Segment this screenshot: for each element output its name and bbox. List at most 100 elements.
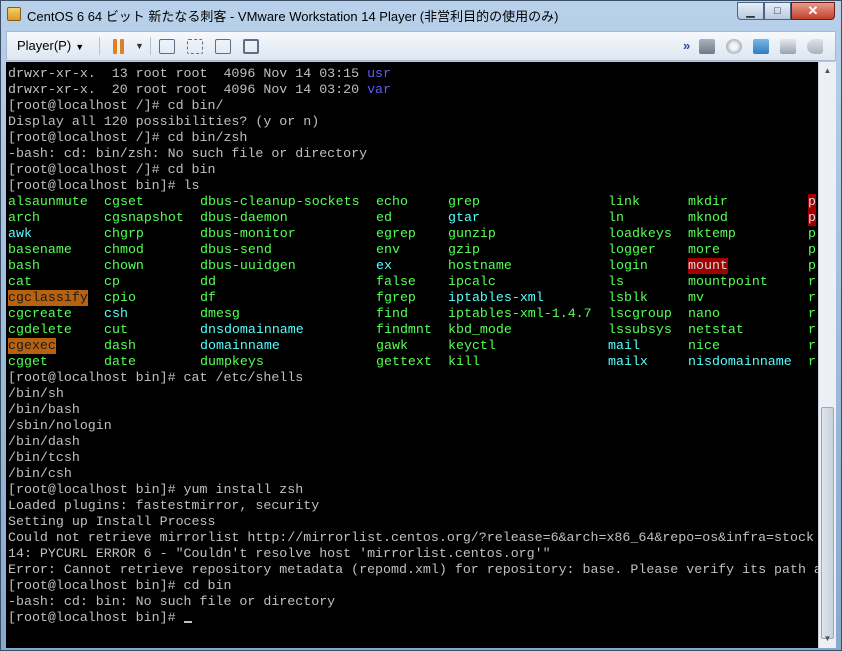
file-entry: lssubsys (608, 322, 672, 337)
file-entry: iptables-xml (448, 290, 544, 305)
file-entry: dumpkeys (200, 354, 264, 369)
file-entry: netstat (688, 322, 744, 337)
file-entry: p (808, 226, 816, 241)
terminal-line: /bin/csh (8, 466, 72, 481)
printer-icon[interactable] (780, 39, 796, 54)
terminal-line: /bin/tcsh (8, 450, 80, 465)
fullscreen-icon[interactable] (215, 39, 231, 54)
file-entry: r (808, 306, 816, 321)
send-ctrl-alt-del-icon[interactable] (159, 39, 175, 54)
file-entry: chmod (104, 242, 144, 257)
exit-unity-icon[interactable] (243, 39, 259, 54)
file-entry: env (376, 242, 400, 257)
window-title: CentOS 6 64 ビット 新たなる刺客 - VMware Workstat… (27, 9, 559, 24)
file-entry: kbd_mode (448, 322, 512, 337)
vm-console-terminal[interactable]: drwxr-xr-x. 13 root root 4096 Nov 14 03:… (6, 62, 818, 648)
file-entry: more (688, 242, 720, 257)
terminal-line: Could not retrieve mirrorlist http://mir… (8, 530, 814, 545)
cd-dvd-icon[interactable] (726, 39, 742, 54)
hard-disk-icon[interactable] (699, 39, 715, 54)
minimize-button[interactable]: ▁ (737, 2, 764, 20)
file-entry: dbus-daemon (200, 210, 288, 225)
file-entry: chgrp (104, 226, 144, 241)
file-entry: lscgroup (608, 306, 672, 321)
vmware-player-window: CentOS 6 64 ビット 新たなる刺客 - VMware Workstat… (0, 0, 842, 651)
maximize-button[interactable]: □ (764, 2, 791, 20)
file-entry: ln (608, 210, 624, 225)
file-entry: cgcreate (8, 306, 72, 321)
file-entry: cut (104, 322, 128, 337)
file-entry: nano (688, 306, 720, 321)
terminal-line: [root@localhost bin]# cd bin (8, 578, 232, 593)
terminal-prompt-line: [root@localhost bin]# (8, 610, 192, 626)
file-entry: r (808, 338, 816, 353)
terminal-line: /bin/dash (8, 434, 80, 449)
line-text: drwxr-xr-x. 20 root root 4096 Nov 14 03:… (8, 82, 368, 97)
file-entry: dbus-cleanup-sockets (200, 194, 360, 209)
file-entry: dnsdomainname (200, 322, 304, 337)
file-entry: fgrep (376, 290, 416, 305)
file-entry: login (608, 258, 648, 273)
file-entry: mail (608, 338, 640, 353)
file-entry: p (808, 194, 816, 210)
window-controls: ▁ □ ✕ (737, 2, 835, 20)
power-options-chevron-icon[interactable]: ▼ (135, 41, 144, 51)
file-entry: date (104, 354, 136, 369)
file-entry: awk (8, 226, 32, 241)
scroll-down-arrow-icon[interactable]: ▼ (821, 632, 834, 646)
file-entry: basename (8, 242, 72, 257)
terminal-line: [root@localhost /]# cd bin (8, 162, 216, 177)
file-entry: ed (376, 210, 392, 225)
close-button[interactable]: ✕ (791, 2, 835, 20)
network-adapter-icon[interactable] (753, 39, 769, 54)
file-entry: mailx (608, 354, 648, 369)
unity-icon[interactable] (187, 39, 203, 54)
toolbar-separator (99, 37, 100, 55)
terminal-line: /sbin/nologin (8, 418, 112, 433)
sound-card-icon[interactable] (807, 39, 823, 54)
more-devices-icon[interactable]: » (683, 38, 690, 53)
file-entry: bash (8, 258, 40, 273)
file-entry: cgdelete (8, 322, 72, 337)
player-menu-button[interactable]: Player(P) ▼ (17, 38, 84, 53)
pause-icon[interactable] (112, 39, 125, 54)
file-entry: df (200, 290, 216, 305)
scrollbar-thumb[interactable] (821, 407, 834, 639)
file-entry: r (808, 354, 816, 369)
terminal-line: [root@localhost bin]# ls (8, 178, 200, 193)
file-entry: mount (688, 258, 728, 274)
file-entry: lsblk (608, 290, 648, 305)
file-entry: p (808, 210, 816, 226)
terminal-line: /bin/bash (8, 402, 80, 417)
ls-output-row: cgclassify cpio df fgrep iptables-xml lsblk mv… (8, 290, 818, 306)
terminal-line: [root@localhost /]# cd bin/ (8, 98, 224, 113)
player-menu-label: Player(P) (17, 38, 72, 53)
file-entry: dmesg (200, 306, 240, 321)
file-entry: p (808, 242, 816, 257)
title-bar[interactable]: CentOS 6 64 ビット 新たなる刺客 - VMware Workstat… (1, 1, 841, 29)
file-entry: gzip (448, 242, 480, 257)
terminal-scrollbar[interactable]: ▲ ▼ (818, 62, 836, 648)
ls-output-row: basename chmod dbus-send env gzip logger more p (8, 242, 818, 258)
terminal-line: Setting up Install Process (8, 514, 216, 529)
file-entry: ex (376, 258, 392, 273)
terminal-line: [root@localhost /]# cd bin/zsh (8, 130, 248, 145)
scroll-up-arrow-icon[interactable]: ▲ (821, 64, 834, 78)
file-entry: keyctl (448, 338, 496, 353)
file-entry: arch (8, 210, 40, 225)
file-entry: gunzip (448, 226, 496, 241)
file-entry: mountpoint (688, 274, 768, 289)
vmware-app-icon (7, 7, 21, 21)
file-entry: domainname (200, 338, 280, 353)
file-entry: mktemp (688, 226, 736, 241)
file-entry: chown (104, 258, 144, 273)
terminal-line: drwxr-xr-x. 13 root root 4096 Nov 14 03:… (8, 66, 391, 82)
file-entry: cgget (8, 354, 48, 369)
file-entry: dd (200, 274, 216, 289)
file-entry: egrep (376, 226, 416, 241)
file-entry: ipcalc (448, 274, 496, 289)
text-cursor (183, 621, 192, 623)
ls-output-row: cgget date dumpkeys gettext kill mailx nisdoma… (8, 354, 818, 370)
line-text: drwxr-xr-x. 13 root root 4096 Nov 14 03:… (8, 66, 368, 81)
file-entry: iptables-xml-1.4.7 (448, 306, 592, 321)
